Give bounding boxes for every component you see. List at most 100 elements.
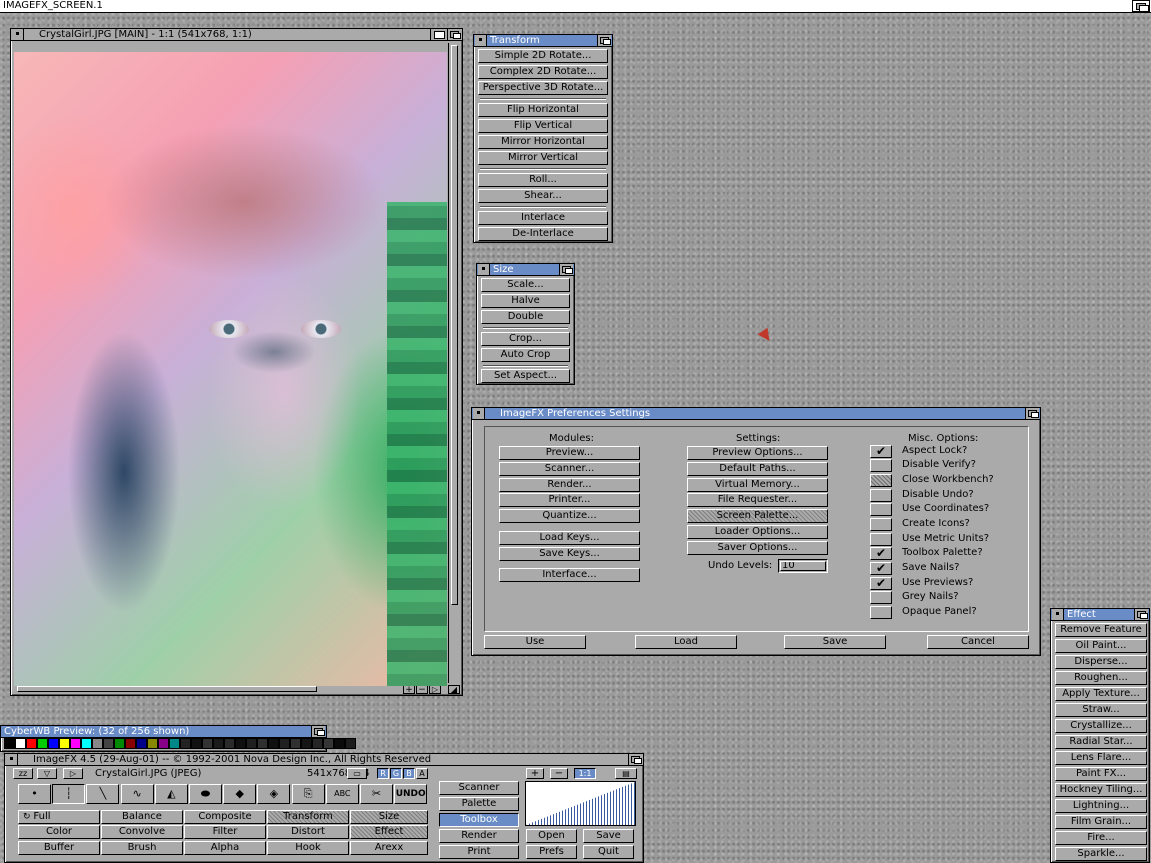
- palette-swatch[interactable]: [70, 738, 81, 749]
- mirror-vertical-button[interactable]: Mirror Vertical: [478, 151, 608, 165]
- scanner-module-button[interactable]: Scanner...: [499, 462, 640, 476]
- straw-button[interactable]: Straw...: [1055, 703, 1147, 717]
- depth-icon[interactable]: [311, 726, 325, 737]
- print-button[interactable]: Print: [439, 845, 519, 859]
- load-button[interactable]: Load: [635, 635, 737, 649]
- buffer-button[interactable]: Buffer: [18, 841, 100, 855]
- palette-swatch[interactable]: [59, 738, 70, 749]
- roughen-button[interactable]: Roughen...: [1055, 671, 1147, 685]
- buffer-down-icon[interactable]: ▽: [37, 768, 57, 779]
- cancel-button[interactable]: Cancel: [927, 635, 1029, 649]
- save-keys-button[interactable]: Save Keys...: [499, 547, 640, 561]
- preview-module-button[interactable]: Preview...: [499, 446, 640, 460]
- close-workbench-checkbox[interactable]: [870, 474, 892, 487]
- resize-icon[interactable]: ◢: [448, 685, 460, 694]
- palette-swatch[interactable]: [37, 738, 48, 749]
- undo-levels-field[interactable]: 10: [778, 559, 828, 573]
- palette-swatch[interactable]: [235, 738, 246, 749]
- load-keys-button[interactable]: Load Keys...: [499, 531, 640, 545]
- transform-button[interactable]: Transform: [267, 810, 349, 824]
- auto-crop-button[interactable]: Auto Crop: [481, 348, 570, 362]
- palette-swatch[interactable]: [290, 738, 301, 749]
- horizontal-scroll-knob[interactable]: [17, 686, 317, 692]
- line-tool-icon[interactable]: ╲: [86, 784, 120, 804]
- curve-tool-icon[interactable]: ∿: [120, 784, 154, 804]
- lightning-button[interactable]: Lightning...: [1055, 799, 1147, 813]
- paint-fx-button[interactable]: Paint FX...: [1055, 767, 1147, 781]
- toolbox-palette-checkbox[interactable]: ✔: [870, 547, 892, 560]
- palette-swatch[interactable]: [279, 738, 290, 749]
- toolbox-titlebar[interactable]: ImageFX 4.5 (29-Aug-01) -- © 1992-2001 N…: [5, 754, 643, 766]
- vertical-scroll-knob[interactable]: [451, 45, 458, 605]
- channel-g-button[interactable]: G: [390, 768, 402, 779]
- saver-options-button[interactable]: Saver Options...: [687, 541, 828, 555]
- save-button[interactable]: Save: [784, 635, 886, 649]
- shear-button[interactable]: Shear...: [478, 189, 608, 203]
- palette-swatch[interactable]: [147, 738, 158, 749]
- scale-button[interactable]: Scale...: [481, 278, 570, 292]
- palette-swatch[interactable]: [158, 738, 169, 749]
- channel-b-button[interactable]: B: [403, 768, 415, 779]
- zoom-ratio-button[interactable]: 1:1: [574, 768, 596, 779]
- depth-icon[interactable]: [1025, 408, 1039, 419]
- close-icon[interactable]: [6, 754, 18, 765]
- default-paths-button[interactable]: Default Paths...: [687, 462, 828, 476]
- palette-swatch[interactable]: [48, 738, 59, 749]
- close-icon[interactable]: [478, 264, 490, 275]
- zz-button[interactable]: zz: [13, 768, 33, 779]
- save-nails-checkbox[interactable]: ✔: [870, 562, 892, 575]
- depth-icon[interactable]: [628, 754, 642, 765]
- channel-r-button[interactable]: R: [377, 768, 389, 779]
- depth-icon[interactable]: [559, 264, 573, 275]
- size-panel[interactable]: Size Scale... Halve Double Crop... Auto …: [476, 263, 575, 385]
- opaque-panel-checkbox[interactable]: [870, 606, 892, 619]
- quit-button[interactable]: Quit: [583, 845, 634, 859]
- transform-panel[interactable]: Transform Simple 2D Rotate... Complex 2D…: [473, 34, 613, 243]
- use-coordinates-checkbox[interactable]: [870, 503, 892, 516]
- hockney-tiling-button[interactable]: Hockney Tiling...: [1055, 783, 1147, 797]
- perspective-3d-rotate-button[interactable]: Perspective 3D Rotate...: [478, 81, 608, 95]
- printer-module-button[interactable]: Printer...: [499, 493, 640, 507]
- arexx-button[interactable]: Arexx: [350, 841, 428, 855]
- brush-button[interactable]: Brush: [101, 841, 183, 855]
- palette-swatch[interactable]: [213, 738, 224, 749]
- palette-swatch[interactable]: [334, 738, 345, 749]
- buffer-swap-icon[interactable]: ▭: [347, 768, 367, 779]
- use-metric-units-checkbox[interactable]: [870, 533, 892, 546]
- palette-swatch[interactable]: [15, 738, 26, 749]
- palette-swatch[interactable]: [323, 738, 334, 749]
- palette-swatch[interactable]: [246, 738, 257, 749]
- hook-button[interactable]: Hook: [267, 841, 349, 855]
- filter-button[interactable]: Filter: [184, 825, 266, 839]
- close-icon[interactable]: [473, 408, 485, 419]
- lens-flare-button[interactable]: Lens Flare...: [1055, 751, 1147, 765]
- apply-texture-button[interactable]: Apply Texture...: [1055, 687, 1147, 701]
- cyberwb-titlebar[interactable]: CyberWB Preview: (32 of 256 shown): [1, 726, 326, 738]
- fire-button[interactable]: Fire...: [1055, 831, 1147, 845]
- loader-options-button[interactable]: Loader Options...: [687, 525, 828, 539]
- quantize-module-button[interactable]: Quantize...: [499, 509, 640, 523]
- interlace-button[interactable]: Interlace: [478, 211, 608, 225]
- palette-swatch[interactable]: [114, 738, 125, 749]
- full-button[interactable]: ↻ Full: [18, 810, 100, 824]
- de-interlace-button[interactable]: De-Interlace: [478, 227, 608, 241]
- set-aspect-button[interactable]: Set Aspect...: [481, 369, 570, 383]
- palette-swatch[interactable]: [169, 738, 180, 749]
- depth-icon[interactable]: [1134, 609, 1148, 620]
- palette-swatch[interactable]: [136, 738, 147, 749]
- disable-undo-checkbox[interactable]: [870, 489, 892, 502]
- effect-titlebar[interactable]: Effect: [1051, 609, 1149, 621]
- prefs-button[interactable]: Prefs: [526, 845, 577, 859]
- vertical-scrollbar[interactable]: [448, 43, 460, 683]
- palette-swatch[interactable]: [103, 738, 114, 749]
- channel-a-button[interactable]: A: [416, 768, 428, 779]
- create-icons-checkbox[interactable]: [870, 518, 892, 531]
- balance-button[interactable]: Balance: [101, 810, 183, 824]
- zoom-in-icon[interactable]: +: [403, 685, 415, 695]
- roll-button[interactable]: Roll...: [478, 173, 608, 187]
- preferences-window[interactable]: ImageFX Preferences Settings Modules: Pr…: [471, 407, 1041, 656]
- flip-vertical-button[interactable]: Flip Vertical: [478, 119, 608, 133]
- crystallize-button[interactable]: Crystallize...: [1055, 719, 1147, 733]
- remove-feature-button[interactable]: Remove Feature: [1055, 623, 1147, 637]
- save-button[interactable]: Save: [583, 829, 634, 843]
